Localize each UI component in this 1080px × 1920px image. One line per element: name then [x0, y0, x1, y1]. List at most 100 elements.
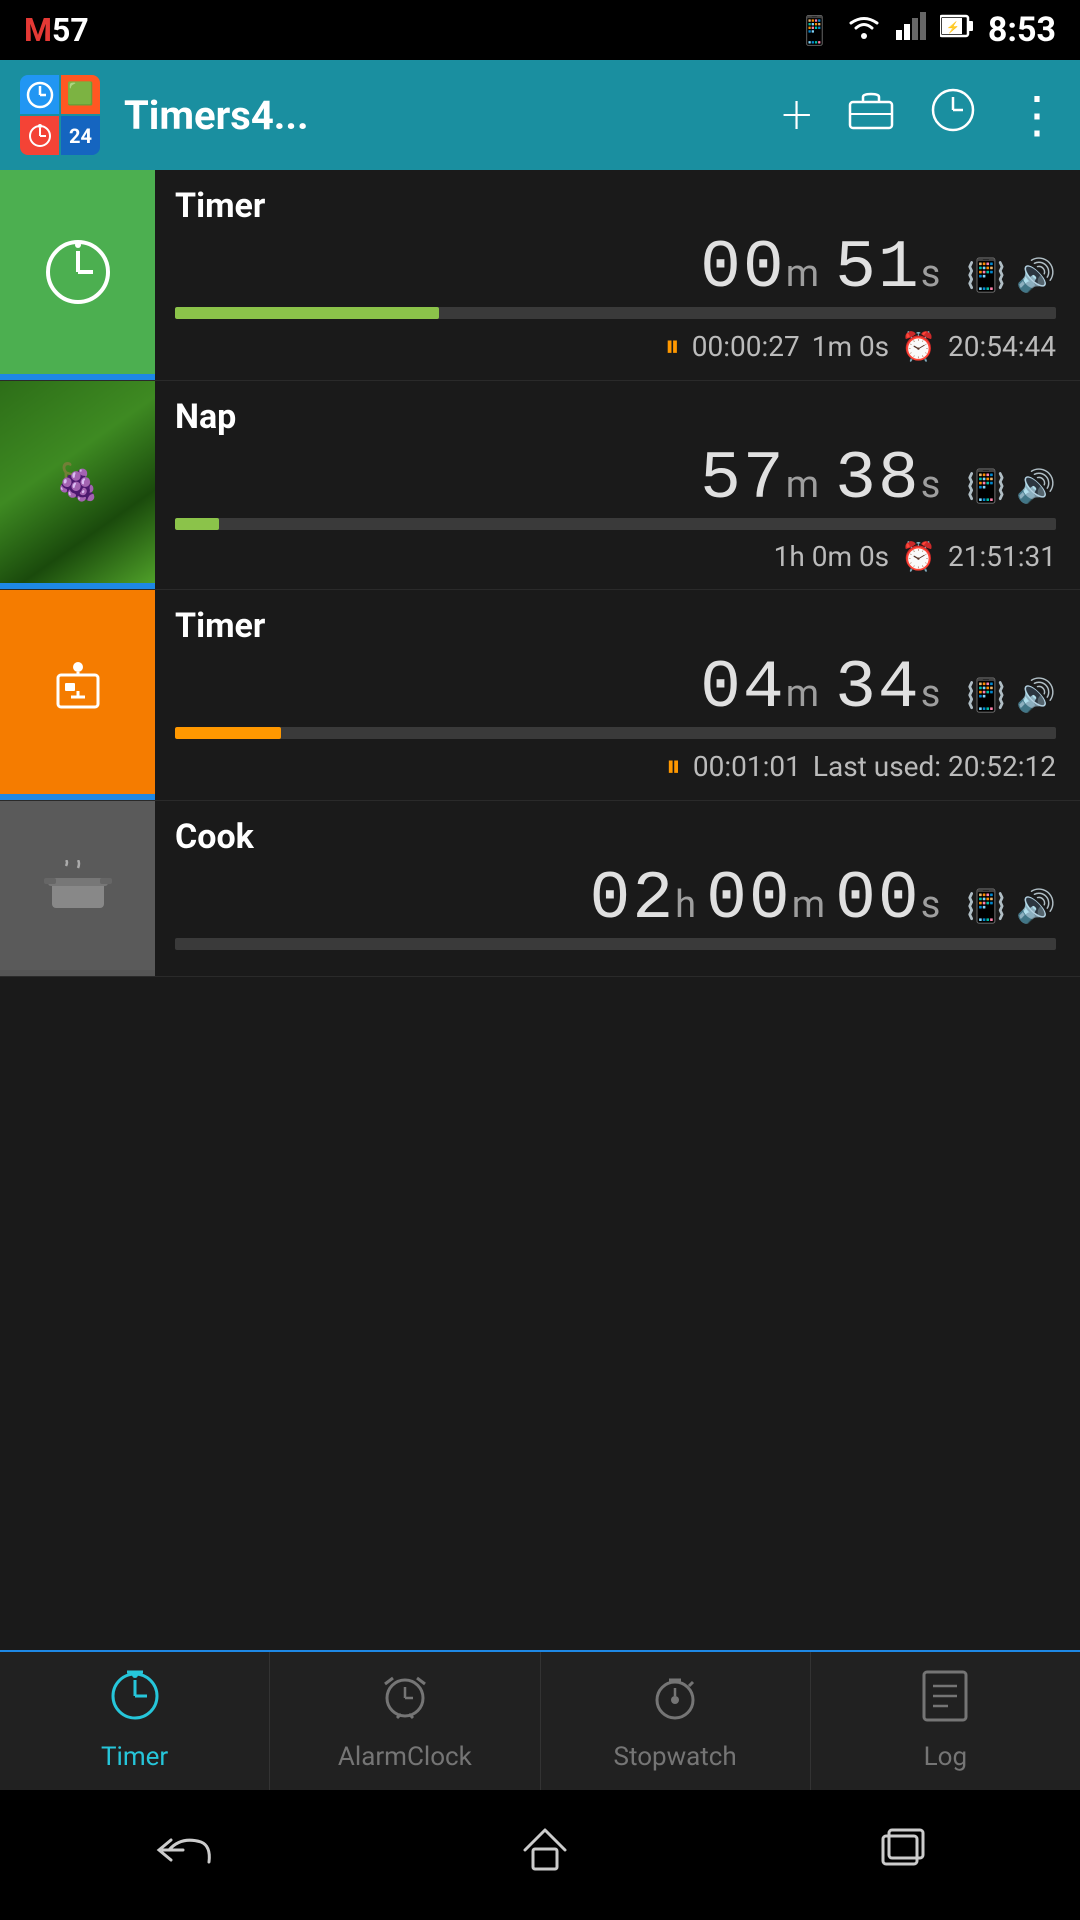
- timer-item-2[interactable]: 🍇 Nap 57 m 38 s 📳 🔊 1h 0m 0s ⏰ 21: [0, 381, 1080, 590]
- logo-q1: [20, 75, 59, 114]
- nav-log-label: Log: [924, 1742, 967, 1772]
- rotate-icon: 📱: [797, 14, 832, 47]
- nav-stopwatch-label: Stopwatch: [614, 1742, 737, 1772]
- timer-min-1: 00: [700, 230, 786, 307]
- timer-status-2: 1h 0m 0s ⏰ 21:51:31: [175, 540, 1056, 573]
- progress-bar-2: [175, 518, 1056, 530]
- nav-timer[interactable]: Timer: [0, 1652, 270, 1790]
- app-bar: 🟩 24 Timers4... + ⋮: [0, 60, 1080, 170]
- timer-content-2: Nap 57 m 38 s 📳 🔊 1h 0m 0s ⏰ 21:51:31: [155, 381, 1080, 589]
- status-icons: 📱 ⚡: [797, 10, 1056, 50]
- logo-q2: 🟩: [61, 75, 100, 114]
- wifi-icon: [846, 12, 882, 48]
- timer-hrs-4: 02: [590, 861, 676, 938]
- timer-thumb-img-2: 🍇: [0, 381, 155, 583]
- timer-sec-2: 38: [835, 441, 921, 518]
- progress-fill-2: [175, 518, 219, 530]
- logo-q4: 24: [61, 116, 100, 155]
- signal-m: M: [24, 11, 52, 49]
- timer-indicator-2: [0, 583, 155, 589]
- signal-number: 57: [52, 11, 89, 49]
- back-button[interactable]: [153, 1828, 213, 1883]
- progress-bar-3: [175, 727, 1056, 739]
- timer-last-used-3: Last used: 20:52:12: [813, 750, 1056, 783]
- timer-total-2: 1h 0m 0s: [774, 540, 890, 573]
- status-signal: M57: [24, 11, 89, 49]
- timer-item-4[interactable]: Cook 02 h 00 m 00 s 📳 🔊: [0, 801, 1080, 977]
- app-title: Timers4...: [124, 92, 758, 139]
- timer-sec-3: 34: [835, 650, 921, 727]
- timer-indicator-4: [0, 970, 155, 976]
- timer-thumb-3: [0, 590, 155, 800]
- timer-status-3: ⏸ 00:01:01 Last used: 20:52:12: [175, 749, 1056, 784]
- nav-timer-label: Timer: [101, 1742, 168, 1772]
- vibrate-icon-2: 📳: [966, 467, 1006, 505]
- nav-alarmclock-icon: [379, 1670, 431, 1734]
- svg-text:⚡: ⚡: [946, 21, 960, 34]
- timer-thumb-2: 🍇: [0, 381, 155, 589]
- progress-fill-3: [175, 727, 281, 739]
- progress-fill-1: [175, 307, 439, 319]
- timer-display-2: 57 m 38 s 📳 🔊: [175, 441, 1056, 518]
- app-bar-actions: + ⋮: [782, 84, 1060, 147]
- status-bar: M57 📱: [0, 0, 1080, 60]
- timer-display-3: 04 m 34 s 📳 🔊: [175, 650, 1056, 727]
- sound-icon-1: 🔊: [1016, 256, 1056, 294]
- pause-icon-1: ⏸: [665, 329, 680, 364]
- timer-item-3[interactable]: Timer 04 m 34 s 📳 🔊 ⏸ 00:01:01 Last used…: [0, 590, 1080, 801]
- battery-icon: ⚡: [940, 12, 974, 48]
- timer-indicator-1: [0, 374, 155, 380]
- timer-list: Timer 00 m 51 s 📳 🔊 ⏸ 00:00:27 1m 0s ⏰ 2…: [0, 170, 1080, 1650]
- add-button[interactable]: +: [782, 84, 812, 147]
- timer-thumb-img-4: [0, 801, 155, 970]
- timer-status-1: ⏸ 00:00:27 1m 0s ⏰ 20:54:44: [175, 329, 1056, 364]
- timer-item-1[interactable]: Timer 00 m 51 s 📳 🔊 ⏸ 00:00:27 1m 0s ⏰ 2…: [0, 170, 1080, 381]
- sys-nav: [0, 1790, 1080, 1920]
- vibrate-icon-4: 📳: [966, 887, 1006, 925]
- timer-content-3: Timer 04 m 34 s 📳 🔊 ⏸ 00:01:01 Last used…: [155, 590, 1080, 800]
- timer-min-4: 00: [706, 861, 792, 938]
- recents-button[interactable]: [877, 1828, 927, 1883]
- nav-stopwatch-icon: [649, 1670, 701, 1734]
- timer-content-1: Timer 00 m 51 s 📳 🔊 ⏸ 00:00:27 1m 0s ⏰ 2…: [155, 170, 1080, 380]
- bottom-nav: Timer AlarmClock: [0, 1650, 1080, 1790]
- alarm-icon-2: ⏰: [901, 540, 936, 573]
- timer-display-4: 02 h 00 m 00 s 📳 🔊: [175, 861, 1056, 938]
- signal-bars-icon: [896, 12, 926, 48]
- timer-name-4: Cook: [175, 817, 1056, 857]
- nav-timer-icon: [109, 1670, 161, 1734]
- timer-alarm-1: 20:54:44: [948, 330, 1056, 363]
- timer-name-2: Nap: [175, 397, 1056, 437]
- nav-alarmclock[interactable]: AlarmClock: [270, 1652, 540, 1790]
- timer-sec-4: 00: [835, 861, 921, 938]
- timer-alarm-2: 21:51:31: [948, 540, 1056, 573]
- vibrate-icon-1: 📳: [966, 256, 1006, 294]
- timer-name-1: Timer: [175, 186, 1056, 226]
- world-clock-icon[interactable]: [930, 87, 976, 144]
- progress-bar-1: [175, 307, 1056, 319]
- timer-content-4: Cook 02 h 00 m 00 s 📳 🔊: [155, 801, 1080, 976]
- briefcase-icon[interactable]: [848, 89, 894, 141]
- app-logo: 🟩 24: [20, 75, 100, 155]
- timer-thumb-4: [0, 801, 155, 976]
- pause-icon-3: ⏸: [666, 749, 681, 784]
- timer-thumb-1: [0, 170, 155, 380]
- home-button[interactable]: [520, 1825, 570, 1886]
- timer-name-3: Timer: [175, 606, 1056, 646]
- alarm-icon-1: ⏰: [901, 330, 936, 363]
- logo-q3: [20, 116, 59, 155]
- timer-elapsed-3: 00:01:01: [693, 750, 801, 783]
- timer-min-3: 04: [700, 650, 786, 727]
- timer-sec-1: 51: [835, 230, 921, 307]
- progress-bar-4: [175, 938, 1056, 950]
- timer-thumb-img-3: [0, 590, 155, 794]
- nav-log[interactable]: Log: [811, 1652, 1080, 1790]
- sound-icon-2: 🔊: [1016, 467, 1056, 505]
- nav-stopwatch[interactable]: Stopwatch: [541, 1652, 811, 1790]
- timer-thumb-img-1: [0, 170, 155, 374]
- timer-min-2: 57: [700, 441, 786, 518]
- timer-elapsed-1: 00:00:27: [692, 330, 800, 363]
- sound-icon-3: 🔊: [1016, 676, 1056, 714]
- sound-icon-4: 🔊: [1016, 887, 1056, 925]
- more-menu-button[interactable]: ⋮: [1012, 86, 1060, 145]
